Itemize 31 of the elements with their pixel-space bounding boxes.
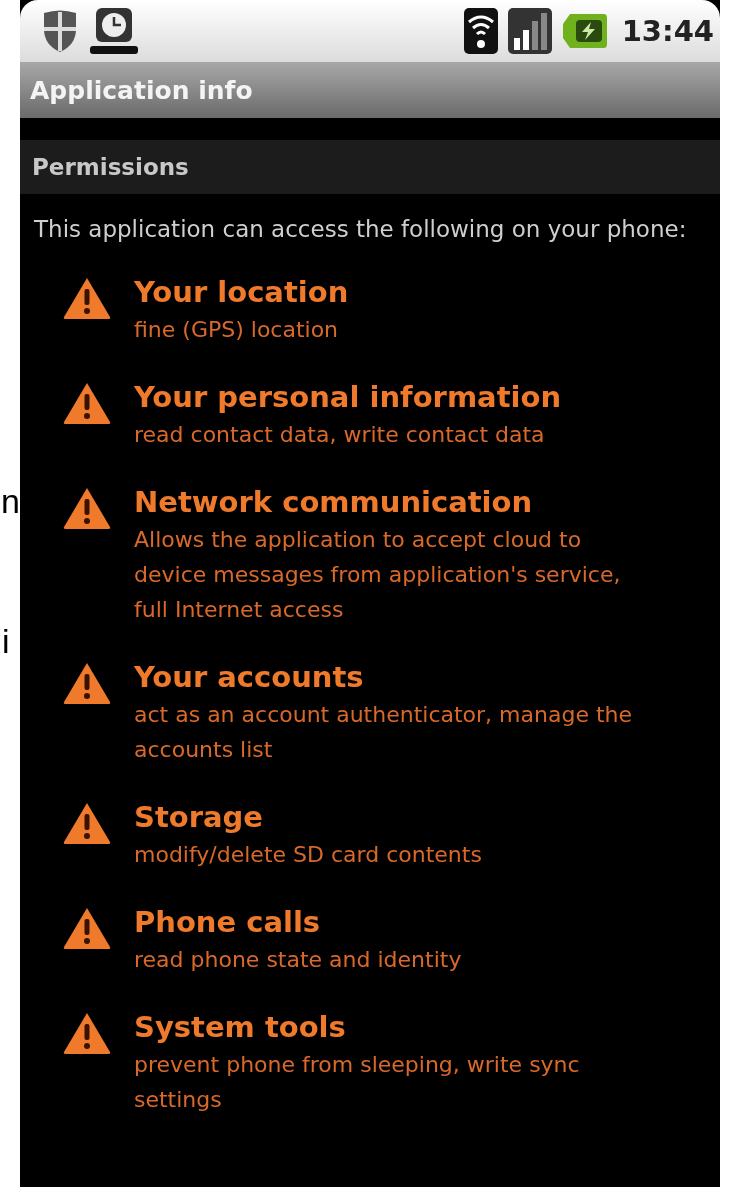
wifi-icon xyxy=(463,8,498,54)
permission-description: Allows the application to accept cloud to device messages from application's service, full Internet access xyxy=(134,526,622,624)
alarm-clock-icon xyxy=(90,6,138,56)
warning-icon xyxy=(62,486,112,530)
permission-description: act as an account authenticator, manage the accounts list xyxy=(134,701,634,764)
partial-text: i xyxy=(2,622,10,661)
permission-description: read phone state and identity xyxy=(134,946,463,974)
clock-time: 13:44 xyxy=(621,14,714,48)
permission-title: Phone calls xyxy=(134,904,322,941)
permission-title: System tools xyxy=(134,1009,347,1046)
permission-title: Network communication xyxy=(134,484,534,521)
permission-description: prevent phone from sleeping, write sync settings xyxy=(134,1051,581,1114)
warning-icon xyxy=(62,906,112,950)
battery-charging-icon xyxy=(561,12,608,50)
permission-description: read contact data, write contact data xyxy=(134,421,546,449)
screen-title: Application info xyxy=(30,75,253,105)
section-title: Permissions xyxy=(32,154,189,180)
permission-title: Your location xyxy=(134,274,350,311)
permission-title: Your personal information xyxy=(134,379,563,416)
warning-icon xyxy=(62,661,112,705)
permission-description: modify/delete SD card contents xyxy=(134,841,483,869)
intro-text: This application can access the following on your phone: xyxy=(33,215,688,244)
partial-text: n xyxy=(1,482,20,521)
permission-title: Storage xyxy=(134,799,264,836)
permission-description: fine (GPS) location xyxy=(134,316,340,344)
warning-icon xyxy=(62,276,112,320)
permission-title: Your accounts xyxy=(134,659,365,696)
signal-icon xyxy=(507,8,552,54)
warning-icon xyxy=(62,1011,112,1055)
warning-icon xyxy=(62,381,112,425)
warning-icon xyxy=(62,801,112,845)
